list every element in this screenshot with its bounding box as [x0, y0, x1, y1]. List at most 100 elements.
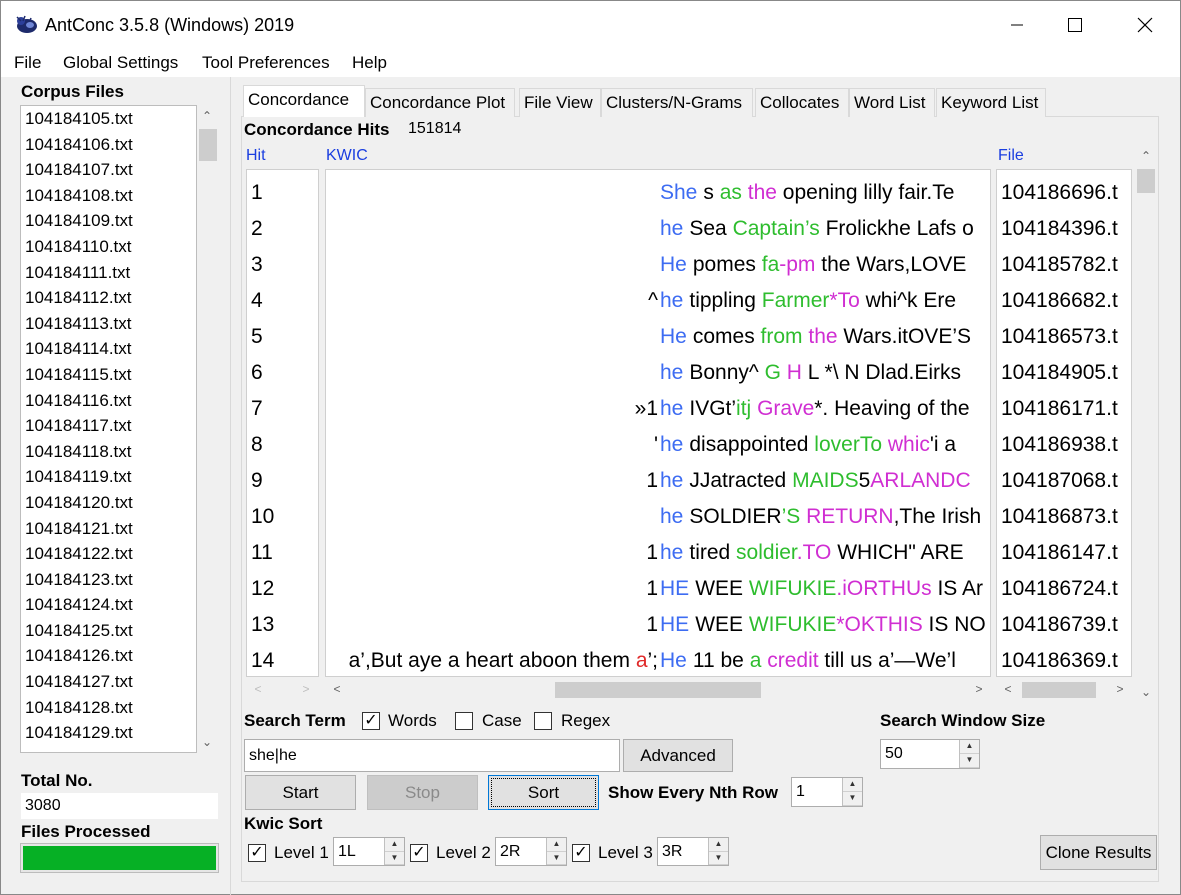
hit-number[interactable]: 13 [251, 607, 274, 643]
sort-button[interactable]: Sort [488, 775, 599, 810]
spin-down-icon[interactable]: ▼ [547, 852, 566, 865]
nth-row-input[interactable]: 1 ▲ ▼ [791, 777, 863, 807]
corpus-file-item[interactable]: 104184114.txt [21, 336, 196, 362]
corpus-file-item[interactable]: 104184120.txt [21, 490, 196, 516]
tab-concordance-plot[interactable]: Concordance Plot [365, 88, 515, 117]
file-name[interactable]: 104184396.t [1001, 211, 1118, 247]
level-3-select[interactable]: 3R ▲ ▼ [657, 837, 729, 866]
results-vertical-scrollbar[interactable]: ⌃ ⌄ [1135, 147, 1157, 699]
kwic-row[interactable]: He comes from the Wars.itOVE’S [326, 319, 990, 355]
hit-number[interactable]: 11 [251, 535, 273, 571]
kwic-row[interactable]: 1 HE WEE WIFUKIE*OKTHIS IS NO [326, 607, 990, 643]
scroll-left-icon[interactable]: < [248, 682, 268, 696]
kwic-column-header[interactable]: KWIC [326, 147, 368, 165]
close-button[interactable] [1116, 1, 1174, 49]
corpus-file-item[interactable]: 104184111.txt [21, 260, 196, 286]
start-button[interactable]: Start [245, 775, 356, 810]
regex-checkbox[interactable] [534, 712, 552, 730]
menu-global-settings[interactable]: Global Settings [63, 53, 178, 73]
menu-tool-preferences[interactable]: Tool Preferences [202, 53, 330, 73]
corpus-file-item[interactable]: 104184116.txt [21, 388, 196, 414]
spin-up-icon[interactable]: ▲ [843, 778, 862, 792]
level-1-checkbox[interactable]: ✓ [248, 844, 266, 862]
hit-number[interactable]: 6 [251, 355, 263, 391]
corpus-file-item[interactable]: 104184129.txt [21, 720, 196, 746]
kwic-row[interactable]: a’,But aye a heart aboon them a’; He 11 be… [326, 643, 990, 676]
file-name[interactable]: 104186171.t [1001, 391, 1118, 427]
hit-number[interactable]: 12 [251, 571, 274, 607]
scroll-right-icon[interactable]: > [969, 682, 989, 696]
corpus-file-item[interactable]: 104184107.txt [21, 157, 196, 183]
corpus-file-item[interactable]: 104184128.txt [21, 695, 196, 721]
kwic-node-word[interactable]: he [660, 535, 683, 571]
scroll-up-icon[interactable]: ⌃ [197, 109, 217, 123]
corpus-file-item[interactable]: 104184112.txt [21, 285, 196, 311]
corpus-file-item[interactable]: 104184119.txt [21, 464, 196, 490]
hit-column[interactable]: 1 2 3 4 5 6 7 8 9 10 11 12 13 14 [246, 169, 319, 677]
file-column[interactable]: 104186696.t 104184396.t 104185782.t 1041866… [996, 169, 1132, 677]
corpus-file-item[interactable]: 104184108.txt [21, 183, 196, 209]
hit-number[interactable]: 8 [251, 427, 263, 463]
kwic-node-word[interactable]: He [660, 247, 687, 283]
kwic-row[interactable]: he SOLDIER’S RETURN,The Irish [326, 499, 990, 535]
level-2-spinner[interactable]: ▲ ▼ [546, 838, 566, 865]
spin-down-icon[interactable]: ▼ [843, 792, 862, 806]
panel-separator[interactable] [230, 77, 231, 895]
kwic-node-word[interactable]: he [660, 463, 683, 499]
scroll-left-icon[interactable]: < [327, 682, 347, 696]
file-name[interactable]: 104185782.t [1001, 247, 1118, 283]
kwic-node-word[interactable]: HE [660, 607, 689, 643]
scroll-down-icon[interactable]: ⌄ [197, 735, 217, 749]
nth-row-spinner[interactable]: ▲ ▼ [842, 778, 862, 806]
kwic-node-word[interactable]: She [660, 175, 697, 211]
corpus-file-item[interactable]: 104184113.txt [21, 311, 196, 337]
spin-up-icon[interactable]: ▲ [385, 838, 404, 852]
level-2-select[interactable]: 2R ▲ ▼ [495, 837, 567, 866]
hit-number[interactable]: 9 [251, 463, 263, 499]
kwic-row[interactable]: 1 HE WEE WIFUKIE.iORTHUs IS Ar [326, 571, 990, 607]
search-window-size-input[interactable]: 50 ▲ ▼ [880, 739, 980, 769]
tab-concordance[interactable]: Concordance [243, 85, 365, 117]
kwic-node-word[interactable]: he [660, 427, 683, 463]
file-name[interactable]: 104186873.t [1001, 499, 1118, 535]
file-name[interactable]: 104186369.t [1001, 643, 1118, 676]
kwic-row[interactable]: he Bonny^ G H L *\ N Dlad.Eirks [326, 355, 990, 391]
corpus-file-item[interactable]: 104184105.txt [21, 106, 196, 132]
hit-number[interactable]: 5 [251, 319, 263, 355]
hit-horizontal-scrollbar[interactable]: < > [246, 680, 319, 700]
kwic-horizontal-scrollbar[interactable]: < > [325, 680, 991, 700]
file-name[interactable]: 104186682.t [1001, 283, 1118, 319]
corpus-file-list[interactable]: 104184105.txt 104184106.txt 104184107.txt 1… [20, 105, 197, 753]
scroll-right-icon[interactable]: > [1110, 682, 1130, 696]
tab-file-view[interactable]: File View [519, 88, 601, 117]
kwic-row[interactable]: he Sea Captain’s Frolickhe Lafs o [326, 211, 990, 247]
file-name[interactable]: 104186724.t [1001, 571, 1118, 607]
clone-results-button[interactable]: Clone Results [1040, 835, 1157, 870]
corpus-file-item[interactable]: 104184123.txt [21, 567, 196, 593]
advanced-button[interactable]: Advanced [623, 739, 733, 772]
corpus-file-item[interactable]: 104184118.txt [21, 439, 196, 465]
kwic-column[interactable]: She s as the opening lilly fair.Te he Sea C… [325, 169, 991, 677]
window-size-spinner[interactable]: ▲ ▼ [959, 740, 979, 768]
file-name[interactable]: 104186696.t [1001, 175, 1118, 211]
file-name[interactable]: 104186573.t [1001, 319, 1118, 355]
corpus-file-item[interactable]: 104184115.txt [21, 362, 196, 388]
corpus-file-item[interactable]: 104184122.txt [21, 541, 196, 567]
corpus-file-item[interactable]: 104184110.txt [21, 234, 196, 260]
spin-up-icon[interactable]: ▲ [709, 838, 728, 852]
kwic-row[interactable]: 1 he tired soldier.TO WHICH" ARE [326, 535, 990, 571]
kwic-node-word[interactable]: HE [660, 571, 689, 607]
corpus-file-item[interactable]: 104184125.txt [21, 618, 196, 644]
level-3-spinner[interactable]: ▲ ▼ [708, 838, 728, 865]
tab-word-list[interactable]: Word List [849, 88, 935, 117]
hit-number[interactable]: 1 [251, 175, 263, 211]
minimize-button[interactable] [988, 1, 1046, 49]
level-3-checkbox[interactable]: ✓ [572, 844, 590, 862]
kwic-node-word[interactable]: he [660, 211, 683, 247]
scroll-left-icon[interactable]: < [998, 682, 1018, 696]
corpus-file-item[interactable]: 104184106.txt [21, 132, 196, 158]
level-1-select[interactable]: 1L ▲ ▼ [333, 837, 405, 866]
scroll-up-icon[interactable]: ⌃ [1136, 149, 1156, 163]
corpus-file-item[interactable]: 104184126.txt [21, 643, 196, 669]
file-name[interactable]: 104186938.t [1001, 427, 1118, 463]
